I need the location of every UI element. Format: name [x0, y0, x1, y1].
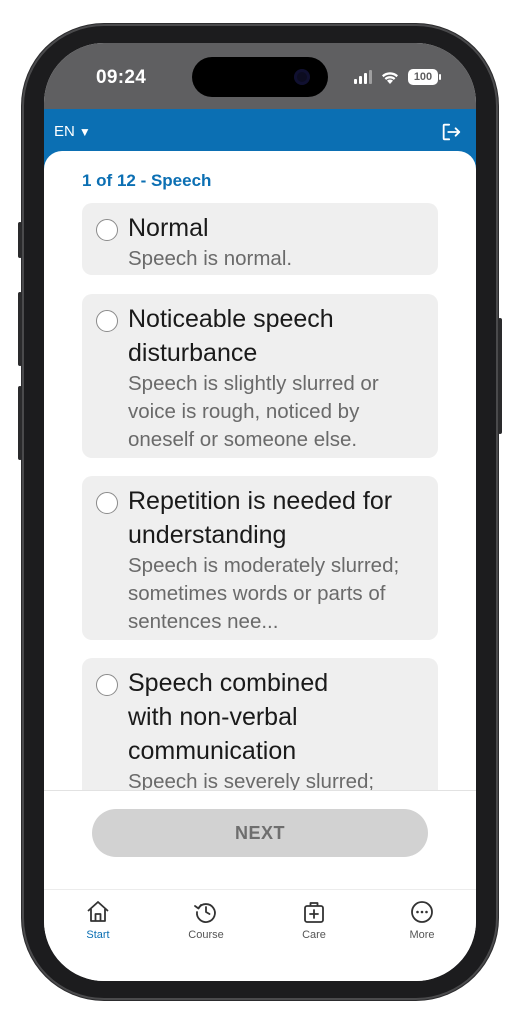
option-title: Speech combined with non-verbal communic… — [128, 669, 329, 765]
signal-icon — [354, 70, 372, 84]
tab-label: Course — [188, 929, 224, 941]
tab-start[interactable]: Start — [63, 898, 133, 941]
medical-kit-icon — [304, 902, 324, 923]
tab-label: Start — [86, 929, 110, 941]
next-area: NEXT — [44, 790, 476, 890]
radio-button[interactable] — [96, 674, 118, 696]
option-repetition-needed[interactable]: Repetition is needed for understanding S… — [82, 476, 438, 640]
volume-down-button — [18, 386, 22, 460]
volume-up-button — [18, 292, 22, 366]
logout-icon[interactable] — [440, 121, 462, 143]
tab-label: More — [409, 929, 435, 941]
option-title: Repetition is needed for understanding — [128, 487, 393, 549]
dynamic-island — [192, 57, 328, 97]
wifi-icon — [382, 71, 398, 84]
caret-down-icon: ▼ — [78, 124, 91, 139]
tab-care[interactable]: Care — [279, 898, 349, 941]
language-selector[interactable]: EN ▼ — [54, 123, 91, 140]
system-icons: 100 — [354, 69, 441, 85]
radio-button[interactable] — [96, 310, 118, 332]
language-label: EN — [54, 123, 75, 140]
question-content: 1 of 12 - Speech Normal Speech is normal… — [44, 151, 476, 791]
radio-button[interactable] — [96, 219, 118, 241]
option-description: Speech is moderately slurred; sometimes … — [128, 554, 400, 633]
status-bar: 09:24 100 — [44, 43, 476, 109]
tab-bar: Start Course Care More — [44, 889, 476, 981]
option-description: Speech is severely slurred; — [128, 770, 375, 791]
home-icon — [87, 901, 109, 922]
option-non-verbal[interactable]: Speech combined with non-verbal communic… — [82, 658, 438, 791]
option-title: Normal — [128, 214, 209, 242]
tab-label: Care — [302, 929, 326, 941]
status-time: 09:24 — [96, 67, 147, 88]
tab-more[interactable]: More — [387, 898, 457, 941]
power-button — [498, 318, 502, 434]
next-button[interactable]: NEXT — [92, 809, 428, 857]
screen: 09:24 100 EN ▼ 1 of 12 - Speech Normal S… — [44, 43, 476, 981]
option-normal[interactable]: Normal Speech is normal. — [82, 203, 438, 275]
history-icon — [194, 903, 216, 923]
tab-course[interactable]: Course — [171, 898, 241, 941]
action-button — [18, 222, 22, 258]
option-description: Speech is normal. — [128, 247, 293, 270]
battery-icon: 100 — [408, 69, 441, 85]
more-icon — [411, 901, 433, 923]
question-title: 1 of 12 - Speech — [82, 171, 212, 190]
option-description: Speech is slightly slurred or voice is r… — [128, 372, 379, 451]
option-noticeable-disturbance[interactable]: Noticeable speech disturbance Speech is … — [82, 294, 438, 458]
camera-icon — [294, 69, 310, 85]
option-title: Noticeable speech disturbance — [128, 305, 334, 367]
radio-button[interactable] — [96, 492, 118, 514]
